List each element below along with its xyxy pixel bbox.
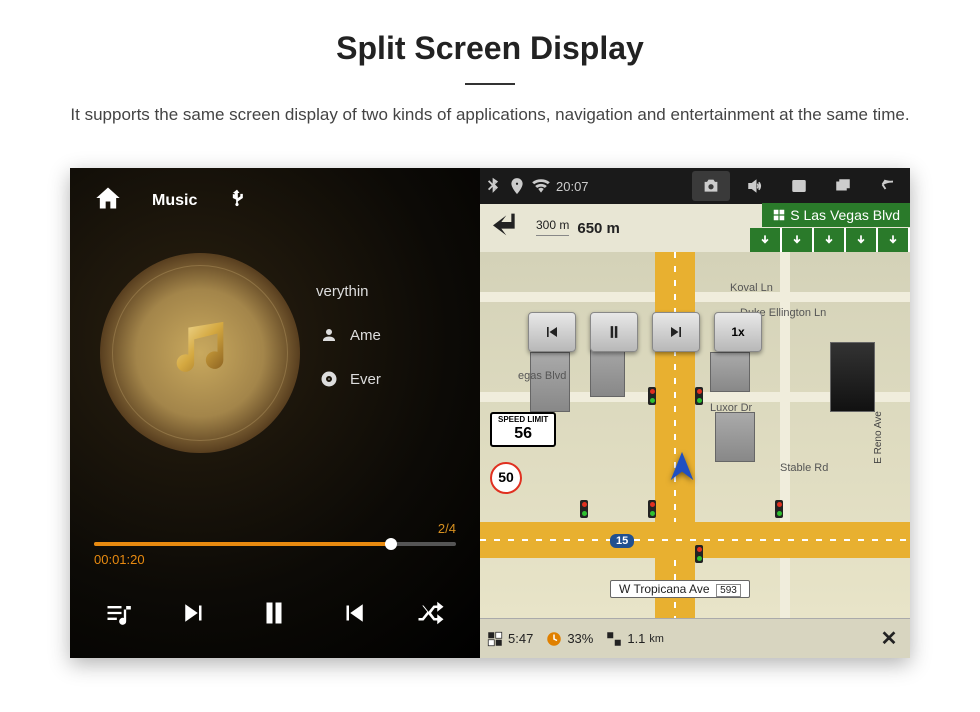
next-track-button[interactable] [339,598,369,633]
home-icon[interactable] [94,184,122,217]
wifi-icon [532,177,550,195]
nav-bottom-bar: 5:47 33% 1.1km ✕ [480,618,910,658]
status-bar: 20:07 [480,168,910,204]
speed-limit-sign: SPEED LIMIT 56 [490,412,556,446]
fuel-chip: 33% [545,630,593,648]
album-art [100,253,300,453]
elapsed-time: 00:01:20 [94,552,456,567]
title-divider [465,83,515,85]
back-button[interactable] [868,171,906,201]
interstate-sign: 15 [610,534,634,548]
turn-distance-1: 300 m [536,218,569,235]
pause-button[interactable] [256,595,292,636]
music-panel: Music verythin Ame E [70,168,480,658]
close-app-button[interactable] [780,171,818,201]
street-reno: E Reno Ave [873,411,884,464]
overlay-prev-button[interactable] [528,312,576,352]
destination-banner: S Las Vegas Blvd [762,203,910,227]
shuffle-button[interactable] [416,598,446,633]
playback-speed-button[interactable]: 1x [714,312,762,352]
person-icon [320,326,338,344]
music-app-label: Music [152,192,197,210]
turn-distance-2: 650 m [577,220,620,237]
overlay-pause-button[interactable] [590,312,638,352]
street-koval: Koval Ln [730,282,773,294]
location-icon [508,177,526,195]
turn-left-icon [488,207,528,250]
lane-arrows [750,228,910,252]
disc-icon [320,370,338,388]
eta-chip: 5:47 [486,630,533,648]
usb-icon[interactable] [227,188,247,213]
music-notes-icon [165,316,235,391]
street-stable: Stable Rd [780,462,828,474]
nav-close-button[interactable]: ✕ [874,624,904,654]
page-subtitle: It supports the same screen display of t… [40,101,940,128]
screenshot-button[interactable] [692,171,730,201]
track-count: 2/4 [94,521,456,536]
bluetooth-icon [484,177,502,195]
status-time: 20:07 [556,179,589,194]
street-vegas: egas Blvd [518,370,566,382]
overlay-next-button[interactable] [652,312,700,352]
recent-apps-button[interactable] [824,171,862,201]
navigation-panel: 20:07 300 m 650 [480,168,910,658]
vehicle-cursor-icon [665,449,699,488]
progress-slider[interactable] [94,542,456,546]
track-title: verythin [316,283,369,300]
distance-chip: 1.1km [605,630,664,648]
album-name: Ever [350,371,381,388]
volume-button[interactable] [736,171,774,201]
split-screen-device: Music verythin Ame E [70,168,910,658]
page-title: Split Screen Display [20,30,960,67]
street-tropicana: W Tropicana Ave 593 [610,580,750,598]
turn-info-bar: 300 m 650 m S Las Vegas Blvd [480,204,910,252]
artist-name: Ame [350,327,381,344]
prev-track-button[interactable] [179,598,209,633]
playlist-button[interactable] [104,599,132,632]
street-luxor: Luxor Dr [710,402,752,414]
map-view[interactable]: Koval Ln Duke Ellington Ln egas Blvd Lux… [480,252,910,618]
current-speed-sign: 50 [490,462,522,494]
